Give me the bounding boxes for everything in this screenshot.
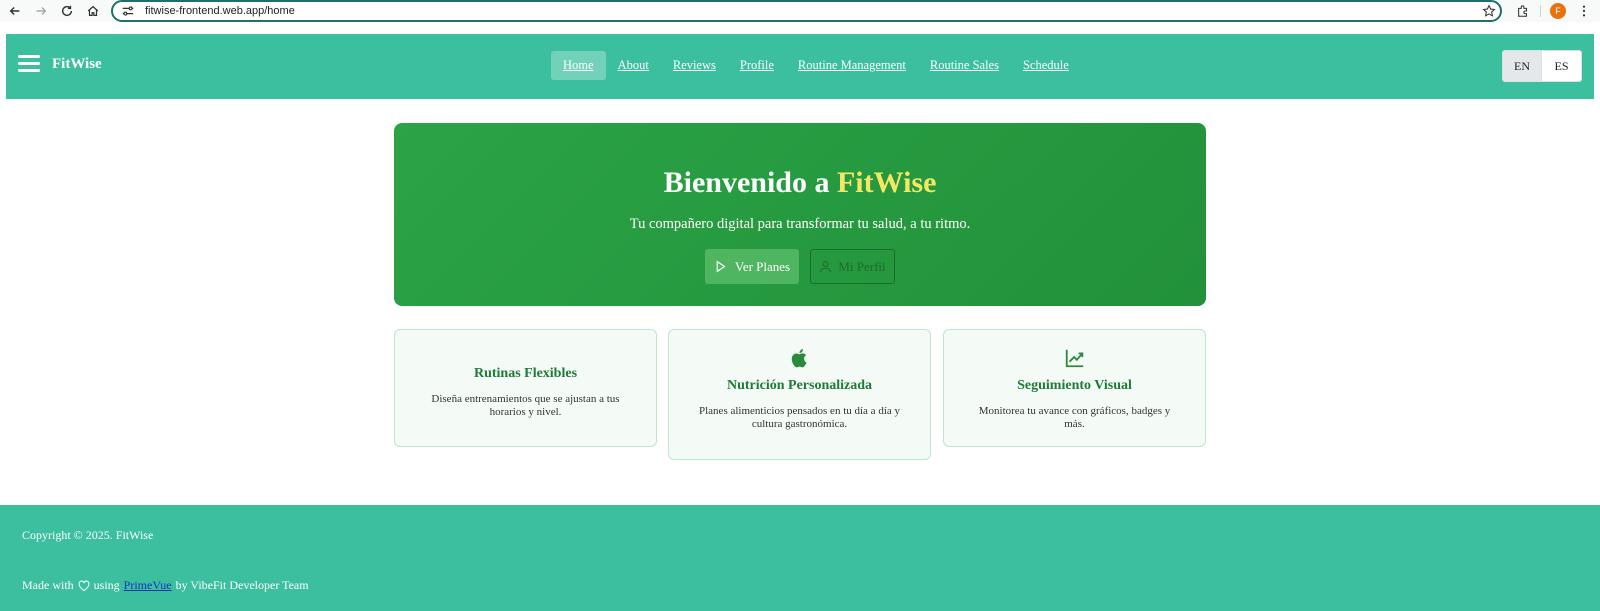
feature-card-tracking: Seguimiento Visual Monitorea tu avance c…	[943, 329, 1206, 447]
feature-description: Diseña entrenamientos que se ajustan a t…	[431, 393, 620, 418]
address-bar[interactable]: fitwise-frontend.web.app/home	[111, 0, 1502, 22]
toolbar-divider	[1540, 5, 1541, 17]
feature-description: Planes alimenticios pensados en tu día a…	[699, 405, 901, 430]
star-icon[interactable]	[1482, 4, 1496, 18]
back-icon	[9, 7, 20, 15]
reload-icon	[61, 5, 73, 17]
main-nav: Home About Reviews Profile Routine Manag…	[551, 51, 1081, 80]
made-with-prefix: Made with	[22, 578, 74, 592]
language-switcher: EN ES	[1502, 50, 1582, 82]
hero-subtitle: Tu compañero digital para transformar tu…	[629, 216, 971, 232]
back-button[interactable]	[2, 0, 28, 22]
made-with-line: Made with using PrimeVue by VibeFit Deve…	[22, 578, 309, 593]
apple-icon	[791, 349, 806, 368]
feature-card-routines: Rutinas Flexibles Diseña entrenamientos …	[394, 329, 657, 447]
lang-en-button[interactable]: EN	[1503, 51, 1542, 81]
brand-title[interactable]: FitWise	[52, 56, 102, 73]
home-button[interactable]	[80, 0, 106, 22]
feature-title: Nutrición Personalizada	[726, 378, 873, 393]
copyright-text: Copyright © 2025. FitWise	[22, 528, 154, 542]
heart-icon	[78, 580, 90, 591]
browser-toolbar: fitwise-frontend.web.app/home F	[0, 0, 1600, 22]
hamburger-menu-icon[interactable]	[18, 55, 40, 73]
feature-title: Seguimiento Visual	[1017, 378, 1132, 393]
view-plans-label: Ver Planes	[734, 258, 791, 274]
nav-link-routine-management[interactable]: Routine Management	[786, 51, 918, 80]
hero-title-prefix: Bienvenido a	[663, 166, 837, 199]
lang-es-button[interactable]: ES	[1542, 51, 1581, 81]
nav-link-reviews[interactable]: Reviews	[661, 51, 728, 80]
forward-icon	[36, 7, 47, 15]
forward-button[interactable]	[28, 0, 54, 22]
home-icon	[87, 5, 99, 16]
app-header: FitWise Home About Reviews Profile Routi…	[6, 34, 1594, 99]
profile-avatar[interactable]: F	[1550, 3, 1566, 19]
tune-icon[interactable]	[121, 4, 135, 18]
reload-button[interactable]	[54, 0, 80, 22]
feature-card-nutrition: Nutrición Personalizada Planes alimentic…	[668, 329, 931, 460]
primevue-link[interactable]: PrimeVue	[124, 578, 172, 593]
nav-link-routine-sales[interactable]: Routine Sales	[918, 51, 1011, 80]
page-footer: Copyright © 2025. FitWise Made with usin…	[0, 505, 1600, 611]
play-icon	[716, 260, 726, 273]
my-profile-button[interactable]: Mi Perfil	[810, 249, 895, 284]
chart-line-icon	[1065, 349, 1083, 368]
url-text: fitwise-frontend.web.app/home	[145, 5, 295, 17]
made-with-using: using	[93, 578, 120, 592]
made-with-suffix: by VibeFit Developer Team	[175, 578, 309, 592]
hero-actions: Ver Planes Mi Perfil	[705, 249, 895, 284]
extensions-icon[interactable]	[1516, 4, 1530, 18]
my-profile-label: Mi Perfil	[838, 258, 886, 274]
view-plans-button[interactable]: Ver Planes	[705, 249, 799, 284]
hero-title: Bienvenido a FitWise	[394, 166, 1206, 200]
user-icon	[820, 261, 832, 273]
nav-link-schedule[interactable]: Schedule	[1011, 51, 1081, 80]
nav-link-about[interactable]: About	[606, 51, 661, 80]
feature-description: Monitorea tu avance con gráficos, badges…	[978, 405, 1171, 430]
nav-link-profile[interactable]: Profile	[728, 51, 786, 80]
hero-title-accent: FitWise	[836, 166, 937, 199]
hero-banner: Bienvenido a FitWise Tu compañero digita…	[394, 123, 1206, 306]
nav-link-home[interactable]: Home	[551, 51, 606, 80]
kebab-icon[interactable]	[1577, 4, 1591, 18]
feature-title: Rutinas Flexibles	[473, 366, 578, 381]
